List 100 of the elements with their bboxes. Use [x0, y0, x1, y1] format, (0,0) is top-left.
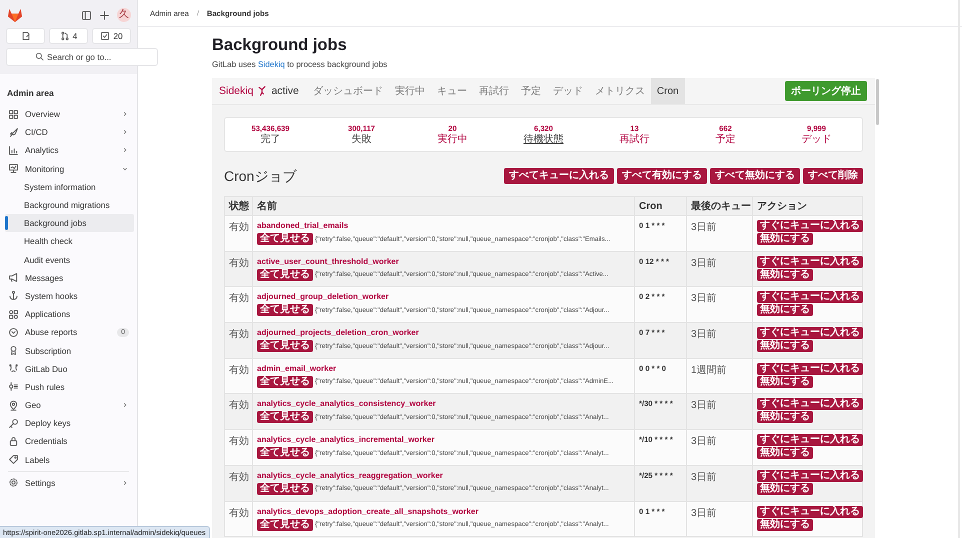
job-name-link[interactable]: abandoned_trial_emails — [257, 221, 348, 231]
sidekiq-link[interactable]: Sidekiq — [258, 60, 285, 69]
disable-button[interactable]: 無効にする — [757, 233, 813, 245]
disable-button[interactable]: 無効にする — [757, 340, 813, 352]
disable-button[interactable]: 無効にする — [757, 304, 813, 316]
enqueue-all-button[interactable]: すべてキューに入れる — [504, 168, 614, 184]
panel-toggle-icon[interactable] — [80, 10, 92, 20]
nav-tab[interactable]: 再試行 — [472, 78, 515, 104]
nav-tab[interactable]: デッド — [546, 78, 589, 104]
nav-tab[interactable]: ダッシュボード — [306, 78, 389, 104]
sidebar-item[interactable]: Credentials — [0, 432, 137, 451]
merge-request-icon — [60, 31, 70, 41]
todo-button[interactable] — [6, 28, 45, 44]
sidebar-item[interactable]: System hooks — [0, 286, 137, 306]
job-name-link[interactable]: active_user_count_threshold_worker — [257, 256, 399, 267]
stop-polling-button[interactable]: ポーリング停止 — [785, 81, 867, 101]
section-title: Cronジョブ — [224, 168, 296, 184]
toggle-list-icon — [8, 381, 19, 392]
enqueue-now-button[interactable]: すぐにキューに入れる — [757, 362, 863, 375]
enqueue-now-button[interactable]: すぐにキューに入れる — [757, 256, 863, 268]
sidebar-item[interactable]: Messages — [0, 268, 137, 287]
sidebar-item[interactable]: Settings — [0, 474, 137, 492]
checkbox-icon — [100, 31, 110, 41]
stat-label[interactable]: 待機状態 — [524, 134, 564, 145]
sidebar-item[interactable]: Audit events — [0, 250, 137, 269]
sidebar-item[interactable]: CI/CD — [0, 123, 137, 142]
show-all-button[interactable]: 全て見せる — [257, 411, 313, 424]
disable-button[interactable]: 無効にする — [757, 411, 813, 424]
settings-icon — [8, 477, 19, 488]
last-enqueued-cell: 3日前 — [686, 251, 752, 287]
sidebar-item[interactable]: Deploy keys — [0, 414, 137, 432]
sidebar-item[interactable]: Geo — [0, 396, 137, 414]
sidebar-item[interactable]: Monitoring — [0, 160, 137, 178]
sidebar-item[interactable]: System information — [0, 178, 137, 196]
job-name-link[interactable]: analytics_cycle_analytics_incremental_worker — [257, 435, 434, 446]
rocket-icon — [8, 126, 19, 138]
enable-all-button[interactable]: すべて有効にする — [617, 168, 707, 184]
stat-label[interactable]: デッド — [802, 134, 832, 145]
last-enqueued-cell: 3日前 — [686, 216, 752, 252]
show-all-button[interactable]: 全て見せる — [257, 304, 313, 316]
show-all-button[interactable]: 全て見せる — [257, 376, 313, 388]
monitor-icon — [8, 163, 19, 174]
status-text: active — [271, 85, 299, 97]
last-enqueued-cell: 3日前 — [686, 430, 752, 466]
sidebar-item[interactable]: Overview — [0, 105, 137, 124]
user-avatar[interactable]: 久 — [117, 8, 131, 22]
sidebar-item[interactable]: Applications — [0, 305, 137, 324]
enqueue-now-button[interactable]: すぐにキューに入れる — [757, 327, 863, 340]
section-title: Admin area — [6, 87, 55, 100]
delete-all-button[interactable]: すべて削除 — [803, 168, 863, 184]
disable-button[interactable]: 無効にする — [757, 482, 813, 495]
enqueue-now-button[interactable]: すぐにキューに入れる — [757, 291, 863, 304]
merge-requests-button[interactable]: 4 — [49, 28, 88, 44]
show-all-button[interactable]: 全て見せる — [257, 482, 313, 495]
sidebar-item[interactable]: Background jobs — [5, 214, 134, 232]
status-cell: 有効 — [224, 286, 252, 323]
enqueue-now-button[interactable]: すぐにキューに入れる — [757, 220, 863, 232]
stat-label[interactable]: 実行中 — [438, 134, 468, 145]
sidebar-item[interactable]: Health check — [0, 232, 137, 250]
job-name-link[interactable]: adjourned_projects_deletion_cron_worker — [257, 328, 419, 338]
megaphone-icon — [8, 272, 19, 284]
disable-button[interactable]: 無効にする — [757, 268, 813, 281]
stat-label: 完了 — [260, 134, 280, 145]
stat-label[interactable]: 予定 — [716, 134, 736, 145]
nav-tab[interactable]: 予定 — [514, 78, 547, 104]
job-name-link[interactable]: analytics_devops_adoption_create_all_snapshots_worker — [257, 506, 478, 516]
enqueue-now-button[interactable]: すぐにキューに入れる — [757, 434, 863, 446]
sidebar-item[interactable]: Subscription — [0, 341, 137, 360]
show-all-button[interactable]: 全て見せる — [257, 518, 313, 530]
nav-tab[interactable]: Cron — [650, 78, 685, 104]
sidebar-item[interactable]: GitLab Duo — [0, 360, 137, 378]
brand-name[interactable]: Sidekiq — [219, 85, 254, 97]
anchor-icon — [8, 290, 19, 302]
job-name-link[interactable]: adjourned_group_deletion_worker — [257, 292, 389, 302]
job-name-link[interactable]: admin_email_worker — [257, 364, 336, 374]
disable-button[interactable]: 無効にする — [757, 447, 813, 460]
job-name-link[interactable]: analytics_cycle_analytics_consistency_worker — [257, 399, 436, 410]
sidebar-item[interactable]: Push rules — [0, 378, 137, 396]
nav-tab[interactable]: キュー — [430, 78, 473, 104]
nav-tab[interactable]: メトリクス — [588, 78, 651, 104]
search-field[interactable]: Search or go to... — [6, 48, 158, 66]
sidebar-item[interactable]: Background migrations — [0, 196, 137, 214]
disable-button[interactable]: 無効にする — [757, 518, 813, 530]
plus-icon[interactable] — [98, 10, 110, 20]
sidebar-item[interactable]: Analytics — [0, 141, 137, 160]
enqueue-now-button[interactable]: すぐにキューに入れる — [757, 506, 863, 518]
enqueue-now-button[interactable]: すぐにキューに入れる — [757, 398, 863, 410]
disable-all-button[interactable]: すべて無効にする — [710, 168, 800, 184]
todos-button[interactable]: 20 — [92, 28, 131, 44]
show-all-button[interactable]: 全て見せる — [257, 268, 313, 281]
nav-tab[interactable]: 実行中 — [388, 78, 431, 104]
sidebar-item[interactable]: Labels — [0, 450, 137, 469]
disable-button[interactable]: 無効にする — [757, 376, 813, 388]
enqueue-now-button[interactable]: すぐにキューに入れる — [757, 470, 863, 482]
job-name-link[interactable]: analytics_cycle_analytics_reaggregation_worker — [257, 470, 443, 481]
show-all-button[interactable]: 全て見せる — [257, 447, 313, 460]
show-all-button[interactable]: 全て見せる — [257, 340, 313, 352]
stat-label[interactable]: 再試行 — [620, 134, 650, 145]
show-all-button[interactable]: 全て見せる — [257, 233, 313, 245]
last-enqueued-cell: 3日前 — [686, 286, 752, 323]
